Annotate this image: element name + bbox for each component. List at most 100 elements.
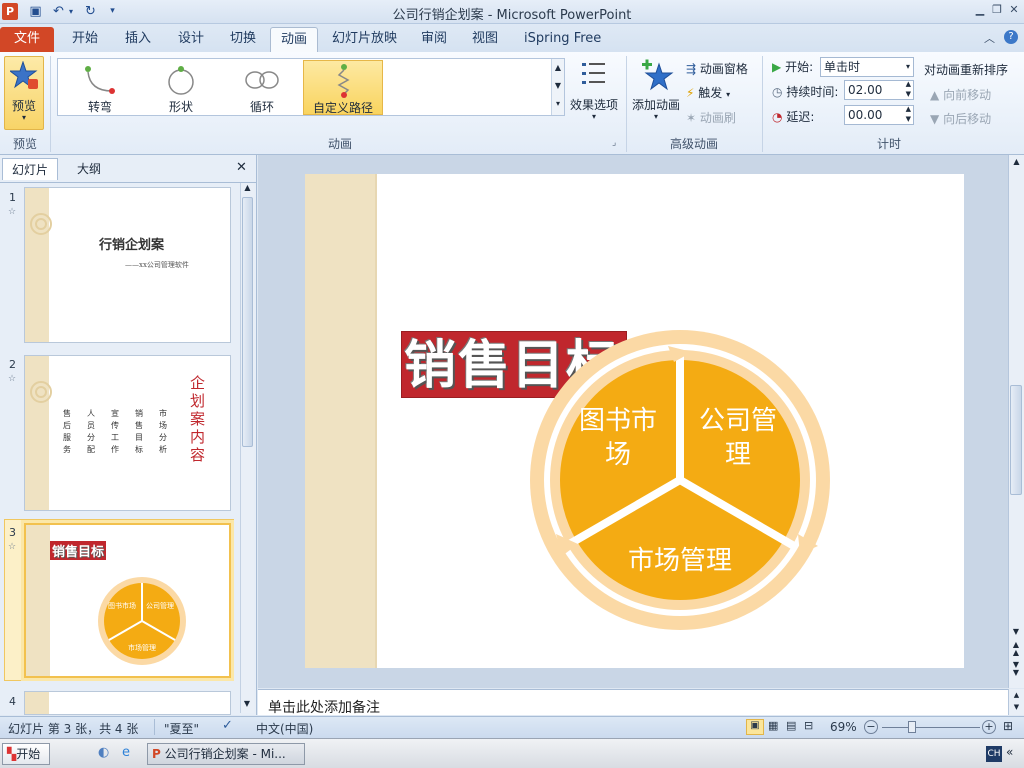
scroll-up-icon[interactable]: ▲	[1009, 155, 1024, 169]
tab-animations[interactable]: 动画	[270, 27, 319, 53]
scroll-down-icon[interactable]: ▼	[241, 699, 253, 708]
animation-group-label: 动画	[327, 137, 352, 151]
delay-clock-icon: ◔	[772, 110, 783, 124]
tab-home[interactable]: 开始	[62, 27, 108, 52]
preview-label: 预览	[11, 99, 36, 113]
collapse-ribbon-icon[interactable]: ︿	[984, 30, 995, 46]
slide-thumbnail-1[interactable]: 行销企划案 ——xx公司管理软件	[24, 187, 231, 343]
slides-panel: 幻灯片 大纲 ✕ 1 ☆ 行销企划案 ——xx公司管理软件 2 ☆ 售后服务 人…	[0, 155, 257, 715]
duration-spinner[interactable]: 02.00 ▲ ▼	[844, 80, 914, 100]
tab-view[interactable]: 视图	[462, 27, 508, 52]
tab-transitions[interactable]: 切换	[220, 27, 266, 52]
gallery-up-icon[interactable]: ▲	[552, 59, 564, 77]
gallery-down-icon[interactable]: ▼	[552, 77, 564, 95]
slide-thumbnail-3[interactable]: 销售目标 图书市场 公司管理 市场管理	[24, 523, 231, 678]
preview-dropdown-icon: ▾	[21, 113, 26, 122]
tab-slides[interactable]: 幻灯片	[2, 158, 58, 180]
delay-spinner[interactable]: 00.00 ▲ ▼	[844, 105, 914, 125]
tab-insert[interactable]: 插入	[115, 27, 161, 52]
next-slide-icon[interactable]: ▼ ▼	[1009, 661, 1023, 677]
previous-slide-icon[interactable]: ▲ ▲	[1009, 641, 1023, 657]
tab-outline[interactable]: 大纲	[60, 158, 118, 180]
gallery-item-custom-path[interactable]: 自定义路径	[303, 60, 383, 115]
spellcheck-icon[interactable]: ✓	[222, 718, 233, 733]
reorder-title: 对动画重新排序	[924, 63, 1009, 77]
gallery-more-icon[interactable]: ▾	[552, 95, 564, 113]
move-earlier-button[interactable]: ▲ 向前移动	[930, 86, 991, 103]
delay-label-text: 延迟:	[786, 110, 815, 124]
animation-painter-button[interactable]: ✶ 动画刷	[686, 109, 736, 126]
tab-slideshow[interactable]: 幻灯片放映	[322, 27, 407, 52]
ime-indicator[interactable]: CH	[986, 746, 1002, 762]
start-button[interactable]: ▚开始	[2, 743, 50, 765]
segment-market-management[interactable]: 市场管理	[618, 544, 742, 578]
normal-view-icon[interactable]: ▣	[746, 719, 764, 735]
reading-view-icon[interactable]: ▤	[786, 719, 796, 732]
slide-thumbnail-4[interactable]	[24, 691, 231, 715]
group-divider	[626, 56, 627, 152]
slideshow-view-icon[interactable]: ⊟	[804, 719, 813, 732]
slide-sorter-icon[interactable]: ▦	[768, 719, 778, 732]
gallery-scroll[interactable]: ▲ ▼ ▾	[551, 59, 564, 115]
status-bar: 幻灯片 第 3 张，共 4 张 "夏至" ✓ 中文(中国) ▣ ▦ ▤ ⊟ 69…	[0, 716, 1024, 738]
clock-icon: ◷	[772, 85, 783, 99]
preview-button[interactable]: 预览 ▾	[4, 56, 44, 130]
animation-dialog-launcher-icon[interactable]: ⌟	[612, 138, 616, 148]
slide-info: 幻灯片 第 3 张，共 4 张	[8, 722, 139, 736]
animation-star-icon: ☆	[8, 374, 17, 384]
thumb-title: 销售目标	[50, 541, 107, 560]
scroll-up-icon[interactable]: ▲	[241, 183, 254, 192]
spinner-arrows-icon[interactable]: ▲ ▼	[906, 79, 911, 99]
animation-painter-icon: ✶	[686, 111, 697, 125]
move-later-button[interactable]: ▼ 向后移动	[930, 110, 991, 127]
shape-path-icon	[168, 66, 194, 95]
segment-company-management[interactable]: 公司管 理	[694, 404, 782, 472]
zoom-level[interactable]: 69%	[830, 720, 857, 734]
language[interactable]: 中文(中国)	[256, 720, 313, 737]
notes-pane[interactable]: 单击此处添加备注	[258, 689, 1008, 716]
animation-pane-button[interactable]: ⇶ 动画窗格	[686, 60, 748, 77]
start-select[interactable]: 单击时 ▾	[820, 57, 914, 77]
segment-book-market[interactable]: 图书市 场	[574, 404, 662, 472]
slide-scrollbar[interactable]: ▲ ▼ ▲ ▲ ▼ ▼	[1008, 155, 1024, 688]
gallery-item-shape[interactable]: 形状	[141, 60, 221, 115]
tab-review[interactable]: 审阅	[411, 27, 457, 52]
trigger-button[interactable]: ⚡ 触发 ▾	[686, 84, 730, 101]
gallery-item-loop[interactable]: 循环	[222, 60, 302, 115]
thumb-strip	[25, 692, 49, 714]
spinner-arrows-icon[interactable]: ▲ ▼	[906, 104, 911, 124]
scroll-down-icon[interactable]: ▼	[1009, 627, 1023, 636]
zoom-out-icon[interactable]: −	[864, 720, 878, 734]
star-preview-icon	[10, 61, 38, 89]
gallery-item-turn[interactable]: 转弯	[60, 60, 140, 115]
tab-ispring[interactable]: iSpring Free	[514, 27, 611, 52]
add-animation-button[interactable]: 添加动画 ▾	[630, 56, 682, 128]
zoom-slider-track[interactable]	[882, 727, 980, 728]
restore-icon[interactable]: ❐	[990, 3, 1004, 17]
close-panel-icon[interactable]: ✕	[236, 160, 247, 175]
tray-expand-icon[interactable]: «	[1006, 745, 1013, 759]
notes-scroll-icon[interactable]: ▲ ▼	[1008, 689, 1024, 715]
minimize-icon[interactable]: ▁	[973, 3, 987, 17]
thumb-subtitle: ——xx公司管理软件	[125, 261, 189, 269]
effect-options-button[interactable]: 效果选项 ▾	[568, 56, 620, 128]
zoom-in-icon[interactable]: +	[982, 720, 996, 734]
thumb-title: 行销企划案	[99, 238, 165, 253]
theme-name[interactable]: "夏至"	[164, 720, 199, 737]
tab-file[interactable]: 文件	[0, 27, 55, 52]
close-window-icon[interactable]: ✕	[1007, 3, 1021, 17]
slide-scroll-thumb[interactable]	[1010, 385, 1022, 495]
quicklaunch-icon[interactable]: ◐	[98, 745, 109, 760]
help-icon[interactable]: ?	[1004, 30, 1018, 44]
browser-icon[interactable]: e	[122, 745, 130, 760]
zoom-slider-thumb[interactable]	[908, 721, 916, 733]
slide-thumbnail-2[interactable]: 售后服务 人员分配 宣传工作 销售目标 市场分析 企划案内容	[24, 355, 231, 511]
lightning-icon: ⚡	[686, 86, 695, 100]
play-icon: ▶	[772, 60, 782, 74]
tab-design[interactable]: 设计	[168, 27, 214, 52]
panel-scroll-thumb[interactable]	[242, 197, 253, 447]
panel-scrollbar[interactable]: ▲ ▼	[240, 183, 254, 713]
fit-to-window-icon[interactable]: ⊞	[1003, 719, 1013, 733]
taskbar-window-button[interactable]: P 公司行销企划案 - Mi...	[147, 743, 305, 765]
cycle-diagram[interactable]	[520, 328, 830, 638]
